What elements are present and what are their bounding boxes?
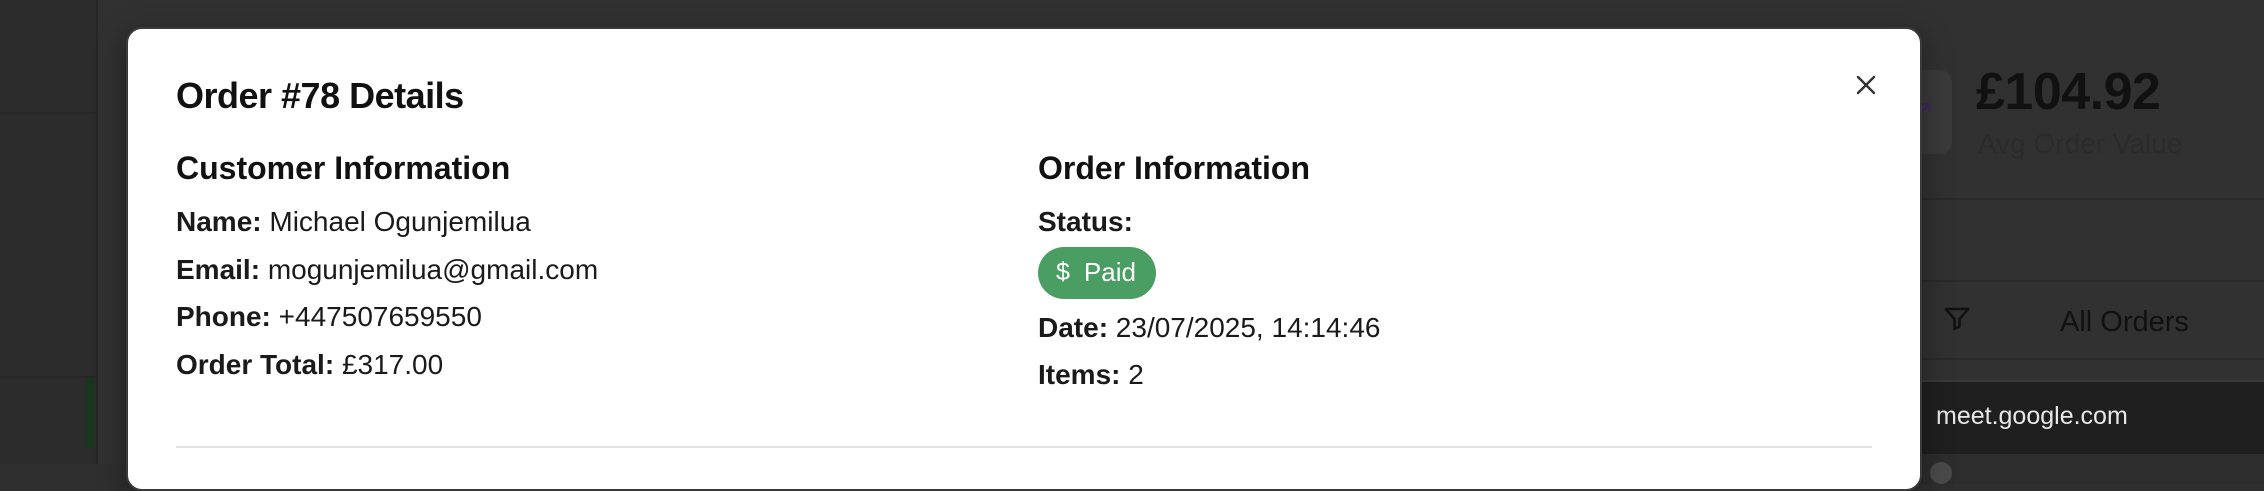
order-date-field: Date: 23/07/2025, 14:14:46: [1038, 311, 1380, 345]
customer-email-field: Email: mogunjemilua@gmail.com: [176, 253, 598, 287]
meet-host-label: meet.google.com: [1936, 402, 2128, 430]
customer-name-field: Name: Michael Ogunjemilua: [176, 205, 598, 239]
order-information-section: Order Information Status: $ Paid Date: 2…: [1038, 149, 1380, 406]
sidebar-divider: [0, 376, 96, 378]
customer-email: mogunjemilua@gmail.com: [267, 253, 599, 285]
modal-divider: [176, 446, 1872, 448]
close-button[interactable]: [1844, 63, 1888, 107]
field-label: Date:: [1038, 311, 1109, 343]
background-divider: [1920, 358, 2264, 360]
order-total-field: Order Total: £317.00: [176, 348, 598, 382]
meet-avatar: [1930, 462, 1952, 484]
order-items-count: 2: [1128, 359, 1144, 390]
order-information-heading: Order Information: [1038, 150, 1311, 186]
field-label: Name:: [176, 206, 262, 237]
order-details-modal: Order #78 Details Customer Information N…: [126, 27, 1922, 491]
field-label: Phone:: [176, 301, 271, 332]
order-status-field: Status:: [1038, 205, 1380, 239]
background-divider: [1920, 280, 2264, 282]
customer-phone: +447507659550: [278, 301, 482, 332]
field-label: Status:: [1038, 206, 1133, 237]
filter-icon[interactable]: [1942, 304, 1972, 334]
customer-information-heading: Customer Information: [176, 150, 511, 186]
avg-order-value: £104.92: [1976, 63, 2161, 121]
sidebar-divider: [0, 112, 96, 114]
status-text: Paid: [1083, 257, 1136, 287]
sidebar-active-indicator: [86, 378, 94, 448]
modal-title: Order #78 Details: [176, 75, 464, 116]
order-total: £317.00: [341, 348, 444, 380]
customer-phone-field: Phone: +447507659550: [176, 300, 598, 334]
meet-sharing-popup: meet.google.com: [1862, 380, 2264, 484]
field-label: Email:: [176, 253, 261, 285]
customer-name: Michael Ogunjemilua: [269, 206, 531, 237]
filter-select[interactable]: All Orders: [2060, 306, 2189, 339]
customer-information-section: Customer Information Name: Michael Ogunj…: [176, 149, 598, 395]
status-badge: $ Paid: [1038, 246, 1156, 299]
avg-order-value-label: Avg Order Value: [1978, 128, 2183, 159]
dollar-icon: $: [1056, 258, 1070, 286]
order-items-field: Items: 2: [1038, 358, 1380, 392]
meet-preview: [1890, 454, 2264, 484]
close-icon: [1856, 75, 1876, 95]
field-label: Order Total:: [176, 348, 335, 380]
field-label: Items:: [1038, 359, 1121, 390]
background-sidebar: [0, 0, 98, 464]
order-date: 23/07/2025, 14:14:46: [1115, 311, 1381, 343]
